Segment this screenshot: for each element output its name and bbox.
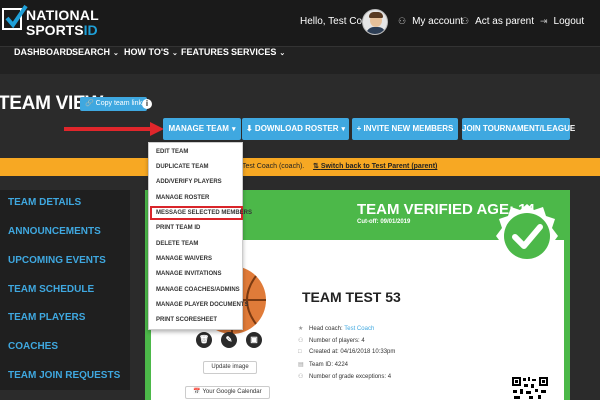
act-as-notice-bar: Test Coach (coach). ⇅ Switch back to Tes… <box>0 158 600 176</box>
team-id-line: ▤ Team ID: 4224 <box>298 362 349 368</box>
nav-services[interactable]: SERVICES ⌄ <box>231 47 285 75</box>
switch-back-link[interactable]: ⇅ Switch back to Test Parent (parent) <box>313 158 437 176</box>
menu-item-manage-waivers[interactable]: MANAGE WAIVERS <box>156 256 212 262</box>
nav-how-tos[interactable]: HOW TO'S ⌄ <box>124 47 178 75</box>
head-coach-line: ★ Head coach: Test Coach <box>298 326 375 332</box>
head-coach-link[interactable]: Test Coach <box>344 326 374 332</box>
sidebar-item-announcements[interactable]: ANNOUNCEMENTS <box>8 226 101 237</box>
menu-item-edit-team[interactable]: EDIT TEAM <box>156 149 188 155</box>
nav-dashboard[interactable]: DASHBOARD <box>14 47 73 75</box>
sidebar-item-coaches[interactable]: COACHES <box>8 341 58 352</box>
trash-icon: 🗑 <box>198 335 210 344</box>
copy-team-link-button[interactable]: 🔗 Copy team link <box>80 97 147 111</box>
menu-item-manage-invitations[interactable]: MANAGE INVITATIONS <box>156 271 221 277</box>
sidebar-item-team-schedule[interactable]: TEAM SCHEDULE <box>8 284 94 295</box>
trophy-icon: ★ <box>298 326 304 332</box>
sidebar-item-upcoming-events[interactable]: UPCOMING EVENTS <box>8 255 106 266</box>
sidebar-item-team-join-requests[interactable]: TEAM JOIN REQUESTS <box>8 370 120 381</box>
menu-item-print-team-id[interactable]: PRINT TEAM ID <box>156 225 200 231</box>
verified-check-badge-icon <box>496 204 558 268</box>
user-icon: ⚇ <box>298 338 304 344</box>
top-header: NATIONAL SPORTSID Hello, Test Coach ⚇ My … <box>0 0 600 46</box>
players-count-line: ⚇ Number of players: 4 <box>298 338 365 344</box>
users-icon: ⚇ <box>298 374 304 380</box>
logout-link[interactable]: ⇥ Logout <box>540 16 584 27</box>
menu-item-print-scoresheet[interactable]: PRINT SCORESHEET <box>156 317 217 323</box>
calendar-icon: □ <box>298 349 302 355</box>
pencil-icon: ✎ <box>225 335 233 344</box>
national-sports-id-logo[interactable]: NATIONAL SPORTSID <box>2 4 99 41</box>
delete-image-button[interactable]: 🗑 <box>196 332 212 348</box>
team-name: TEAM TEST 53 <box>302 289 401 305</box>
id-card-icon: ▤ <box>298 362 304 368</box>
act-as-parent-link[interactable]: ⚇ Act as parent <box>461 16 534 27</box>
download-roster-button[interactable]: ⬇ DOWNLOAD ROSTER ▾ <box>242 118 349 140</box>
users-icon: ⚇ <box>461 16 470 26</box>
main-navigation: DASHBOARD SEARCH ⌄ HOW TO'S ⌄ FEATURES SER… <box>0 46 600 74</box>
edit-image-button[interactable]: ✎ <box>221 332 237 348</box>
nav-features[interactable]: FEATURES <box>181 47 229 75</box>
logo-text-sportsid: SPORTSID <box>26 22 98 38</box>
logout-icon: ⇥ <box>540 16 548 26</box>
chevron-down-icon: ⌄ <box>279 50 286 57</box>
logo-text-national: NATIONAL <box>26 7 99 23</box>
join-tournament-league-button[interactable]: JOIN TOURNAMENT/LEAGUE <box>462 118 575 140</box>
chevron-down-icon: ⌄ <box>113 50 119 57</box>
user-icon: ⚇ <box>398 16 407 26</box>
cutoff-date: Cut-off: 09/01/2019 <box>357 219 411 225</box>
menu-item-manage-coaches-admins[interactable]: MANAGE COACHES/ADMINS <box>156 287 240 293</box>
nav-search[interactable]: SEARCH ⌄ <box>72 47 119 75</box>
menu-item-manage-player-documents[interactable]: MANAGE PLAYER DOCUMENTS <box>156 302 248 308</box>
menu-item-message-selected-members[interactable]: MESSAGE SELECTED MEMBERS <box>156 210 252 216</box>
grade-exceptions-line: ⚇ Number of grade exceptions: 4 <box>298 374 392 380</box>
my-account-link[interactable]: ⚇ My account <box>398 16 463 27</box>
download-icon: ⬇ <box>245 124 255 133</box>
instagram-button[interactable]: ▣ <box>246 332 262 348</box>
sidebar-item-team-details[interactable]: TEAM DETAILS <box>8 197 81 208</box>
notice-text: Test Coach (coach). <box>242 163 305 170</box>
menu-item-manage-roster[interactable]: MANAGE ROSTER <box>156 195 209 201</box>
menu-item-delete-team[interactable]: DELETE TEAM <box>156 241 198 247</box>
team-sidebar: TEAM DETAILS ANNOUNCEMENTS UPCOMING EVEN… <box>0 190 130 390</box>
menu-item-duplicate-team[interactable]: DUPLICATE TEAM <box>156 164 209 170</box>
manage-team-button[interactable]: MANAGE TEAM ▾ <box>163 118 241 140</box>
google-calendar-button[interactable]: 📅 Your Google Calendar <box>185 386 270 399</box>
menu-item-add-verify-players[interactable]: ADD/VERIFY PLAYERS <box>156 179 222 185</box>
update-image-button[interactable]: Update image <box>203 361 257 374</box>
invite-new-members-button[interactable]: + INVITE NEW MEMBERS <box>352 118 458 140</box>
chevron-down-icon: ▾ <box>341 126 345 133</box>
info-icon[interactable]: i <box>142 99 152 109</box>
instagram-icon: ▣ <box>250 335 258 344</box>
qr-code-icon <box>511 376 549 400</box>
switch-icon: ⇅ <box>313 163 321 170</box>
user-avatar[interactable] <box>362 9 388 35</box>
checkbox-logo-icon <box>2 4 28 30</box>
chevron-down-icon: ⌄ <box>171 50 178 57</box>
sidebar-item-team-players[interactable]: TEAM PLAYERS <box>8 312 85 323</box>
chevron-down-icon: ▾ <box>231 126 236 133</box>
red-arrow-annotation <box>64 122 164 136</box>
created-at-line: □ Created at: 04/16/2018 10:33pm <box>298 349 396 355</box>
manage-team-dropdown: EDIT TEAM DUPLICATE TEAM ADD/VERIFY PLAY… <box>148 142 252 330</box>
